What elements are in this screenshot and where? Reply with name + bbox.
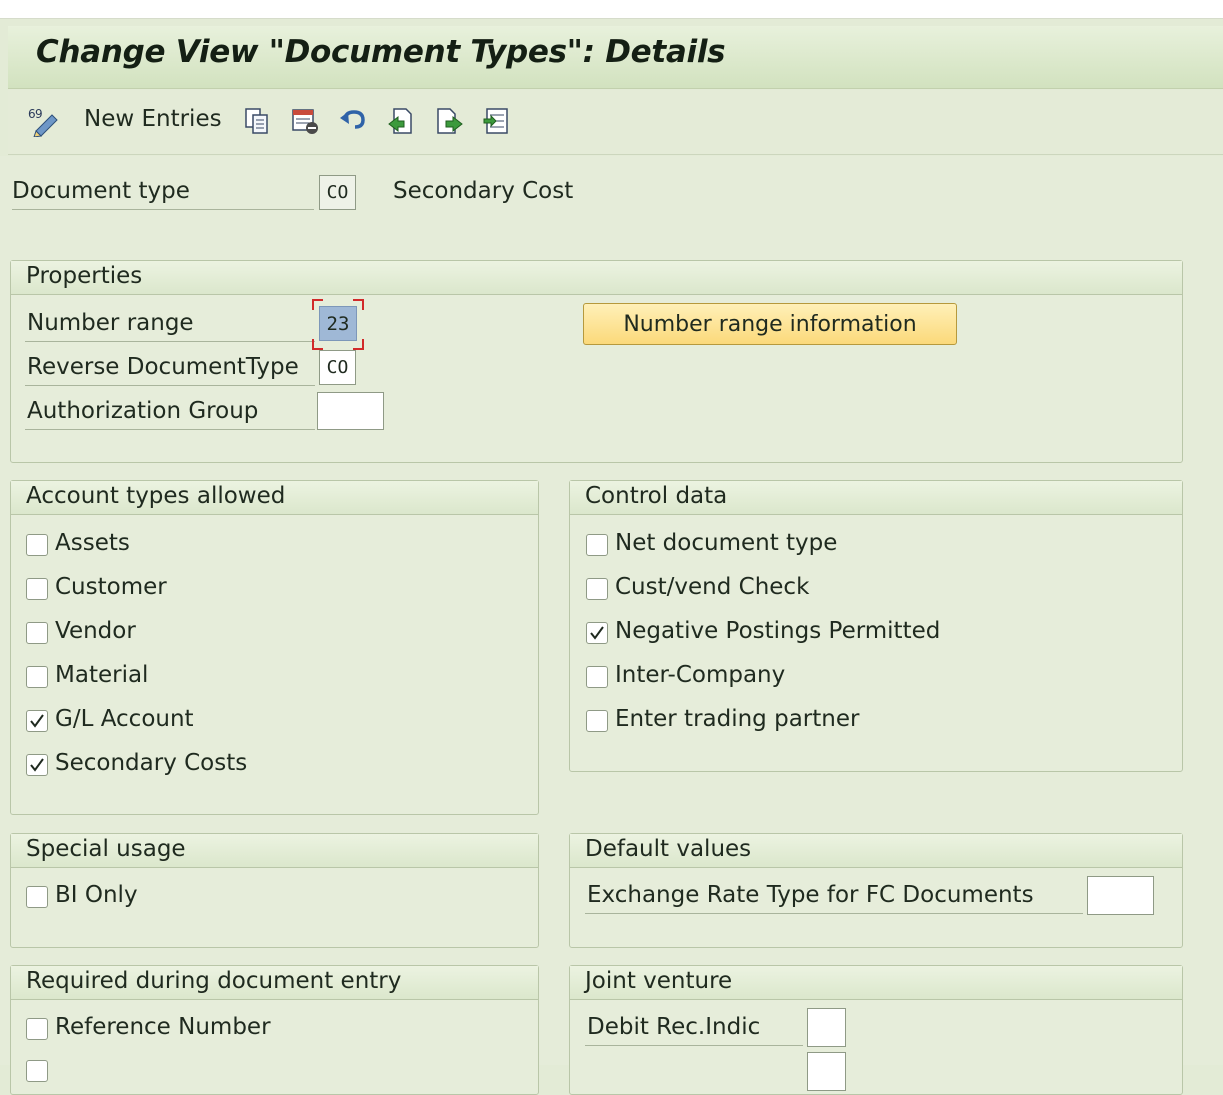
customer-label: Customer xyxy=(55,574,167,600)
properties-header: Properties xyxy=(11,261,1182,295)
exchange-rate-type-field[interactable] xyxy=(1087,876,1154,915)
bi-only-label: BI Only xyxy=(55,882,138,908)
customer-checkbox[interactable] xyxy=(26,578,48,600)
assets-checkbox[interactable] xyxy=(26,534,48,556)
bi-only-checkbox[interactable] xyxy=(26,886,48,908)
vendor-label: Vendor xyxy=(55,618,136,644)
reference-number-label: Reference Number xyxy=(55,1014,271,1040)
application-toolbar: 6 9 New Entries xyxy=(8,90,1223,155)
number-range-label: Number range xyxy=(27,310,194,336)
exchange-rate-type-underline xyxy=(585,913,1083,914)
title-bar: Change View "Document Types": Details xyxy=(8,26,1223,89)
authorization-group-underline xyxy=(25,429,315,430)
joint-venture-header: Joint venture xyxy=(570,966,1182,1000)
account-types-title: Account types allowed xyxy=(26,483,286,509)
special-usage-header: Special usage xyxy=(11,834,538,868)
checkmark-icon xyxy=(30,758,44,772)
net-document-type-checkbox[interactable] xyxy=(586,534,608,556)
account-types-header: Account types allowed xyxy=(11,481,538,515)
debit-rec-indic-underline xyxy=(585,1045,803,1046)
number-range-information-button[interactable]: Number range information xyxy=(583,303,957,345)
assets-label: Assets xyxy=(55,530,130,556)
document-type-description: Secondary Cost xyxy=(393,178,574,204)
gl-account-checkbox[interactable] xyxy=(26,710,48,732)
number-range-field[interactable]: 23 xyxy=(319,306,357,341)
required-entry-header: Required during document entry xyxy=(11,966,538,1000)
cust-vend-check-label: Cust/vend Check xyxy=(615,574,810,600)
exchange-rate-type-label: Exchange Rate Type for FC Documents xyxy=(587,882,1034,908)
delete-icon[interactable] xyxy=(288,104,322,138)
partially-visible-field[interactable] xyxy=(807,1052,846,1091)
control-data-title: Control data xyxy=(585,483,728,509)
default-values-header: Default values xyxy=(570,834,1182,868)
document-type-underline xyxy=(12,209,314,210)
secondary-costs-checkbox[interactable] xyxy=(26,754,48,776)
debit-rec-indic-field[interactable] xyxy=(807,1008,846,1047)
properties-title: Properties xyxy=(26,263,143,289)
focus-corner-tr xyxy=(353,299,364,310)
control-data-header: Control data xyxy=(570,481,1182,515)
next-entry-icon[interactable] xyxy=(432,104,466,138)
inter-company-label: Inter-Company xyxy=(615,662,786,688)
required-entry-title: Required during document entry xyxy=(26,968,402,994)
negative-postings-label: Negative Postings Permitted xyxy=(615,618,941,644)
checkmark-icon xyxy=(30,714,44,728)
material-label: Material xyxy=(55,662,149,688)
negative-postings-checkbox[interactable] xyxy=(586,622,608,644)
vendor-checkbox[interactable] xyxy=(26,622,48,644)
previous-entry-icon[interactable] xyxy=(384,104,418,138)
authorization-group-field[interactable] xyxy=(317,392,384,430)
partially-visible-checkbox[interactable] xyxy=(26,1060,48,1082)
svg-text:9: 9 xyxy=(35,107,43,121)
reverse-doc-type-field[interactable]: CO xyxy=(319,350,356,385)
authorization-group-label: Authorization Group xyxy=(27,398,259,424)
cust-vend-check-checkbox[interactable] xyxy=(586,578,608,600)
default-values-title: Default values xyxy=(585,836,752,862)
special-usage-title: Special usage xyxy=(26,836,186,862)
gl-account-label: G/L Account xyxy=(55,706,194,732)
new-entries-button[interactable]: New Entries xyxy=(84,106,222,132)
reverse-doc-type-label: Reverse DocumentType xyxy=(27,354,299,380)
secondary-costs-label: Secondary Costs xyxy=(55,750,248,776)
joint-venture-title: Joint venture xyxy=(585,968,733,994)
checkmark-icon xyxy=(590,626,604,640)
document-type-label: Document type xyxy=(12,178,190,204)
select-all-icon[interactable] xyxy=(480,104,514,138)
debit-rec-indic-label: Debit Rec.Indic xyxy=(587,1014,761,1040)
reverse-doc-type-underline xyxy=(25,385,315,386)
enter-trading-partner-label: Enter trading partner xyxy=(615,706,860,732)
net-document-type-label: Net document type xyxy=(615,530,838,556)
document-type-field[interactable]: CO xyxy=(319,175,356,210)
focus-corner-bl xyxy=(312,339,323,350)
enter-trading-partner-checkbox[interactable] xyxy=(586,710,608,732)
number-range-underline xyxy=(25,341,315,342)
focus-corner-br xyxy=(353,339,364,350)
inter-company-checkbox[interactable] xyxy=(586,666,608,688)
page-title: Change View "Document Types": Details xyxy=(36,34,726,70)
copy-icon[interactable] xyxy=(240,104,274,138)
undo-icon[interactable] xyxy=(336,104,370,138)
material-checkbox[interactable] xyxy=(26,666,48,688)
focus-corner-tl xyxy=(312,299,323,310)
reference-number-checkbox[interactable] xyxy=(26,1018,48,1040)
window-top-strip xyxy=(0,0,1223,19)
display-change-icon[interactable]: 6 9 xyxy=(24,104,64,138)
